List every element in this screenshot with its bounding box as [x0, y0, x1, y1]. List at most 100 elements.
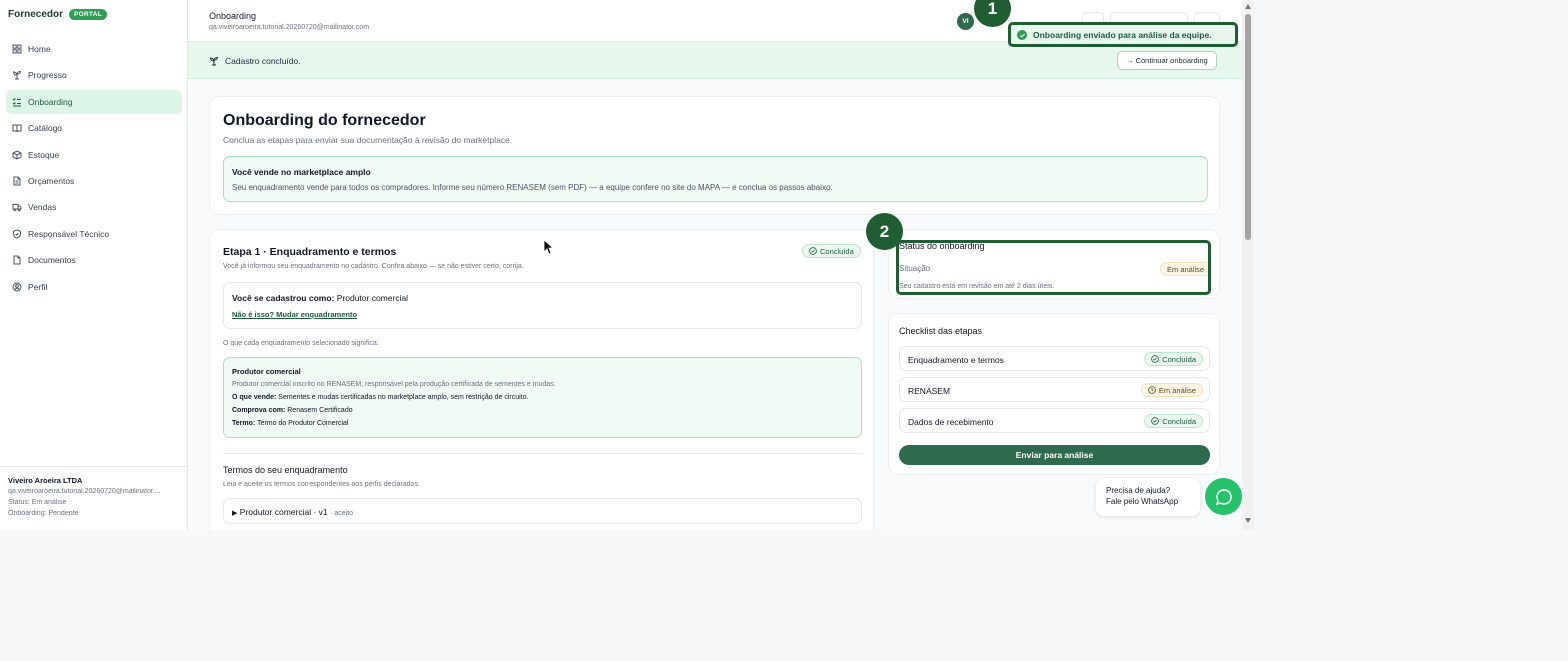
clock-icon [1148, 386, 1156, 394]
banner-text: Cadastro concluído. [225, 56, 301, 66]
term-accepted-label: · aceito [330, 510, 353, 517]
success-banner: Cadastro concluído. → Continuar onboardi… [188, 42, 1242, 79]
step-subtitle: Você já informou seu enquadramento no ca… [223, 263, 524, 270]
success-toast: Onboarding enviado para análise da equip… [1008, 22, 1238, 47]
book-icon [12, 123, 22, 133]
sidebar: Fornecedor PORTAL Home Progresso Onboard… [0, 0, 188, 530]
marketplace-info-box: Você vende no marketplace amplo Seu enqu… [223, 156, 1208, 202]
terms-subtitle: Leia e aceite os termos correspondentes … [223, 481, 420, 488]
checklist-item: Dados de recebimento Concluída [899, 408, 1210, 433]
sidebar-item-progresso[interactable]: Progresso [6, 63, 182, 87]
scroll-up-arrow-icon[interactable] [1245, 4, 1251, 9]
meaning-sells: O que vende: Sementes e mudas certificad… [232, 394, 529, 401]
account-summary: Viveiro Aroeira LTDA qa.viveiroaroeira.t… [0, 466, 188, 530]
whatsapp-line-2: Fale pelo WhatsApp [1106, 497, 1179, 506]
sidebar-item-catalogo[interactable]: Catálogo [6, 116, 182, 140]
avatar[interactable]: VI [957, 13, 974, 30]
file-icon [12, 255, 22, 265]
registered-value: Produtor comercial [336, 293, 409, 303]
submit-for-review-button[interactable]: Enviar para análise [899, 445, 1210, 465]
sidebar-item-label: Documentos [28, 255, 76, 266]
vertical-scrollbar[interactable] [1242, 0, 1254, 530]
checklist-item: Enquadramento e termos Concluída [899, 346, 1210, 371]
meaning-label: O que cada enquadramento selecionado sig… [223, 340, 379, 347]
sidebar-item-label: Orçamentos [28, 175, 75, 186]
mouse-cursor-icon [543, 239, 553, 255]
check-circle-icon [1151, 417, 1160, 425]
sidebar-item-label: Responsável Técnico [28, 228, 110, 239]
onboarding-subtitle: Conclua as etapas para enviar sua docume… [223, 135, 513, 145]
sidebar-item-label: Estoque [28, 149, 60, 160]
shield-icon [12, 229, 22, 239]
highlight-box [896, 240, 1211, 295]
checklist-title: Checklist das etapas [899, 326, 983, 336]
sidebar-item-documentos[interactable]: Documentos [6, 248, 182, 272]
grid-icon [12, 44, 22, 54]
check-circle-icon [1017, 30, 1027, 40]
sidebar-item-estoque[interactable]: Estoque [6, 143, 182, 167]
document-icon [12, 176, 22, 186]
scroll-down-arrow-icon[interactable] [1245, 518, 1251, 523]
onboarding-title: Onboarding do fornecedor [223, 112, 426, 129]
onboarding-intro-card: Onboarding do fornecedor Conclua as etap… [209, 96, 1220, 215]
whatsapp-button[interactable] [1205, 478, 1242, 515]
sidebar-item-home[interactable]: Home [6, 37, 182, 61]
status-badge: Concluída [1144, 414, 1203, 428]
box-icon [12, 150, 22, 160]
registered-label: Você se cadastrou como: [232, 293, 335, 303]
scrollbar-thumb[interactable] [1245, 14, 1251, 240]
meaning-description: Produtor comercial inscrito no RENASEM, … [232, 381, 556, 388]
checklist-item-label: RENASEM [908, 386, 951, 396]
sprout-icon [12, 70, 22, 80]
change-enquadramento-link[interactable]: Não é isso? Mudar enquadramento [232, 310, 357, 319]
onboarding-status: Onboarding: Pendente [8, 510, 79, 517]
sidebar-item-onboarding[interactable]: Onboarding [6, 89, 182, 114]
sidebar-item-label: Onboarding [28, 96, 73, 107]
checklist-icon [12, 97, 22, 107]
status-badge: Concluída [1144, 352, 1203, 366]
sprout-icon [209, 56, 219, 66]
chat-bubble-icon [1215, 488, 1232, 505]
truck-icon [12, 202, 22, 212]
caret-right-icon: ▶ [232, 510, 238, 517]
sidebar-item-label: Catálogo [28, 123, 63, 134]
checklist-card: Checklist das etapas Enquadramento e ter… [888, 313, 1220, 475]
info-text: Seu enquadramento vende para todos os co… [232, 183, 833, 192]
meaning-proves: Comprova com: Renasem Certificado [232, 407, 353, 414]
meaning-term: Termo: Termo do Produtor Comercial [232, 420, 349, 427]
divider [223, 453, 862, 454]
continue-onboarding-button[interactable]: → Continuar onboarding [1117, 51, 1217, 70]
app-window: Fornecedor PORTAL Home Progresso Onboard… [0, 0, 1254, 530]
step-title: Etapa 1 · Enquadramento e termos [223, 246, 397, 258]
annotation-marker-2: 2 [866, 213, 903, 250]
account-status: Status: Em análise [8, 499, 67, 506]
brand-name: Fornecedor [8, 9, 64, 20]
info-title: Você vende no marketplace amplo [232, 167, 371, 177]
whatsapp-line-1: Precisa de ajuda? [1106, 486, 1171, 495]
sidebar-item-label: Home [28, 44, 51, 54]
account-email: qa.viveiroaroeira.tutorial.20260720@mail… [8, 488, 161, 495]
company-name: Viveiro Aroeira LTDA [8, 476, 83, 485]
enquadramento-meaning-box: Produtor comercial Produtor comercial in… [223, 357, 862, 438]
registration-line: Você se cadastrou como: Produtor comerci… [232, 293, 408, 303]
user-email: qa.viveiroaroeira.tutorial.20260720@mail… [209, 24, 370, 31]
checklist-item-label: Enquadramento e termos [908, 355, 1004, 365]
whatsapp-help-bubble[interactable]: Precisa de ajuda? Fale pelo WhatsApp [1096, 478, 1200, 516]
status-badge: Concluída [802, 244, 861, 258]
portal-badge: PORTAL [69, 9, 108, 20]
registration-box: Você se cadastrou como: Produtor comerci… [223, 282, 862, 329]
term-accordion-item[interactable]: ▶ Produtor comercial · v1 · aceito [223, 498, 862, 524]
page-title: Onboarding [209, 11, 257, 21]
brand[interactable]: Fornecedor PORTAL [8, 9, 108, 20]
check-circle-icon [809, 247, 817, 255]
sidebar-nav: Home Progresso Onboarding Catálogo Estoq… [6, 37, 182, 301]
terms-title: Termos do seu enquadramento [223, 465, 348, 475]
sidebar-item-label: Vendas [28, 202, 57, 213]
sidebar-item-orcamentos[interactable]: Orçamentos [6, 169, 182, 193]
sidebar-item-label: Perfil [28, 281, 48, 292]
sidebar-item-vendas[interactable]: Vendas [6, 195, 182, 219]
sidebar-item-responsavel-tecnico[interactable]: Responsável Técnico [6, 222, 182, 246]
sidebar-item-perfil[interactable]: Perfil [6, 275, 182, 299]
toast-message: Onboarding enviado para análise da equip… [1033, 30, 1212, 40]
checklist-item-label: Dados de recebimento [908, 417, 994, 427]
